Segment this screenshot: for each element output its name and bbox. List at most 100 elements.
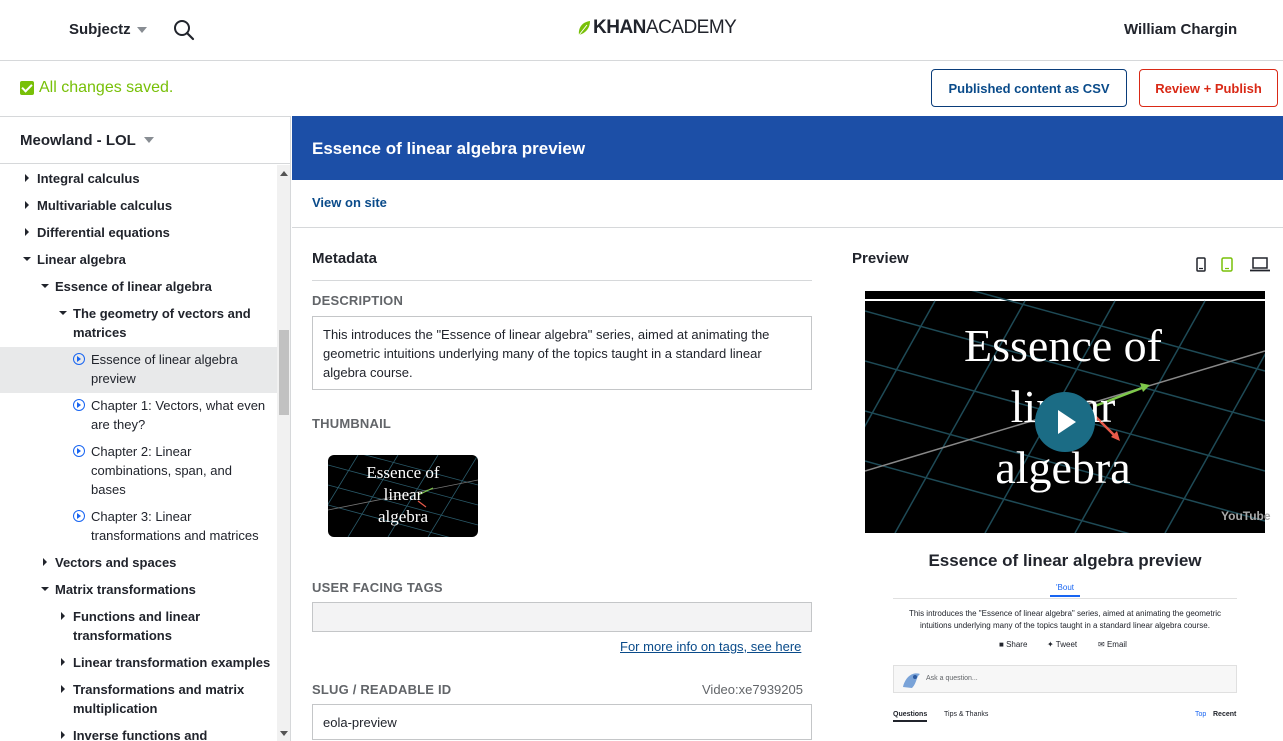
sidebar-scrollbar[interactable] [277,165,290,741]
preview-description: This introduces the "Essence of linear a… [908,609,1222,630]
triangle-down-icon[interactable] [23,257,31,261]
triangle-down-icon[interactable] [59,311,67,315]
preview-email-link[interactable]: ✉ Email [1098,640,1127,649]
tree-item-matrix-transformations[interactable]: Matrix transformations [55,580,196,599]
preview-ask-question-input[interactable]: Ask a question... [893,665,1237,693]
video-text-line: Essence of [964,320,1163,371]
tree-item-chapter-3[interactable]: Chapter 3: Linear transformations and ma… [91,507,276,545]
description-field[interactable]: This introduces the "Essence of linear a… [312,316,812,390]
slug-input[interactable]: eola-preview [312,704,812,740]
tree-item-chapter-2[interactable]: Chapter 2: Linear combinations, span, an… [91,442,261,499]
content-title-banner: Essence of linear algebra preview [292,116,1283,180]
scrollbar-thumb[interactable] [279,330,289,415]
view-on-site-link[interactable]: View on site [312,195,387,210]
checkbox-checked-icon [20,81,34,95]
tree-item-functions-linear-transformations[interactable]: Functions and linear transformations [73,607,243,645]
tree-item-multivariable-calculus[interactable]: Multivariable calculus [37,196,172,215]
laptop-icon[interactable] [1250,257,1270,272]
user-menu[interactable]: William Chargin [1124,21,1237,38]
thumbnail-text-line: algebra [378,507,428,526]
video-icon [73,445,85,457]
preview-video-title: Essence of linear algebra preview [928,551,1202,570]
slug-readable-id: Video:xe7939205 [702,682,803,697]
user-facing-tags-label: USER FACING TAGS [312,580,443,595]
preview-sort-recent[interactable]: Recent [1213,711,1236,718]
phone-icon[interactable] [1196,257,1206,272]
avatar-icon [903,673,920,688]
triangle-right-icon[interactable] [25,201,29,209]
tree-item-integral-calculus[interactable]: Integral calculus [37,169,140,188]
video-icon [73,399,85,411]
review-publish-button[interactable]: Review + Publish [1139,69,1278,107]
tree-item-vectors-and-spaces[interactable]: Vectors and spaces [55,553,176,572]
save-status: All changes saved. [20,79,173,97]
triangle-right-icon[interactable] [25,174,29,182]
tablet-icon[interactable] [1221,257,1233,272]
metadata-heading: Metadata [312,250,378,267]
khan-academy-logo[interactable]: KHAN ACADEMY [577,17,737,39]
thumbnail-text-line: linear [384,485,423,504]
preview-questions-tab[interactable]: Questions [893,711,928,722]
chevron-down-icon [136,26,147,33]
triangle-down-icon[interactable] [41,284,49,288]
thumbnail-graphic: Essence of linear algebra [328,455,478,537]
tags-info-link[interactable]: For more info on tags, see here [620,639,801,654]
facebook-icon: ■ [999,640,1007,649]
share-label: Share [1006,640,1028,649]
preview-tweet-link[interactable]: ✦ Tweet [1047,640,1077,649]
preview-about-tab[interactable]: 'Bout [1050,583,1080,597]
thumbnail-image[interactable]: Essence of linear algebra [328,455,478,537]
triangle-right-icon[interactable] [61,658,65,666]
video-icon [73,510,85,522]
subjects-menu[interactable]: Subjectz [69,21,147,38]
tree-item-transformations-matrix-multiplication[interactable]: Transformations and matrix multiplicatio… [73,680,253,718]
tags-input[interactable] [312,602,812,632]
thumbnail-text-line: Essence of [366,463,440,482]
preview-sort-top[interactable]: Top [1195,711,1206,718]
description-label: DESCRIPTION [312,293,404,308]
triangle-right-icon[interactable] [61,612,65,620]
metadata-divider [312,280,812,281]
tree-item-essence-of-linear-algebra[interactable]: Essence of linear algebra [55,277,212,296]
status-bar: All changes saved. Published content as … [0,61,1283,116]
email-icon: ✉ [1098,640,1107,649]
play-icon[interactable] [1035,392,1095,452]
save-status-text: All changes saved. [39,79,174,96]
triangle-right-icon[interactable] [25,228,29,236]
topic-tree-title: Meowland - LOL [20,131,136,149]
tree-item-differential-equations[interactable]: Differential equations [37,223,170,242]
preview-heading: Preview [852,250,909,267]
tree-item-chapter-1[interactable]: Chapter 1: Vectors, what even are they? [91,396,266,434]
view-on-site-bar: View on site [292,180,1283,228]
leaf-icon [578,21,590,36]
preview-tips-tab[interactable]: Tips & Thanks [944,711,988,718]
triangle-right-icon[interactable] [43,558,47,566]
sidebar: Meowland - LOL Integral calculus Multiva… [0,116,291,741]
slug-label: SLUG / READABLE ID [312,682,452,697]
tweet-label: Tweet [1055,640,1078,649]
triangle-right-icon[interactable] [61,685,65,693]
tree-item-eola-preview[interactable]: Essence of linear algebra preview [91,350,266,388]
preview-share-link[interactable]: ■ Share [999,640,1027,649]
logo-academy-text: ACADEMY [645,17,737,38]
video-icon [73,353,85,365]
search-icon[interactable] [173,19,195,41]
youtube-logo[interactable]: YouTube [1221,509,1271,523]
logo-khan-text: KHAN [593,17,646,38]
triangle-down-icon[interactable] [41,587,49,591]
preview-divider [893,598,1237,599]
published-csv-button[interactable]: Published content as CSV [931,69,1127,107]
scroll-up-arrow-icon[interactable] [280,171,288,176]
tree-item-geometry-of-vectors[interactable]: The geometry of vectors and matrices [73,304,268,342]
tree-item-linear-algebra[interactable]: Linear algebra [37,250,126,269]
sidebar-header[interactable]: Meowland - LOL [0,117,290,164]
thumbnail-label: THUMBNAIL [312,416,392,431]
chevron-down-icon [143,137,154,143]
email-label: Email [1106,640,1127,649]
twitter-icon: ✦ [1047,640,1056,649]
tree-item-inverse-functions[interactable]: Inverse functions and [73,726,273,741]
ask-placeholder: Ask a question... [926,675,978,682]
scroll-down-arrow-icon[interactable] [280,731,288,736]
tree-item-linear-transformation-examples[interactable]: Linear transformation examples [73,653,273,672]
triangle-right-icon[interactable] [61,731,65,739]
